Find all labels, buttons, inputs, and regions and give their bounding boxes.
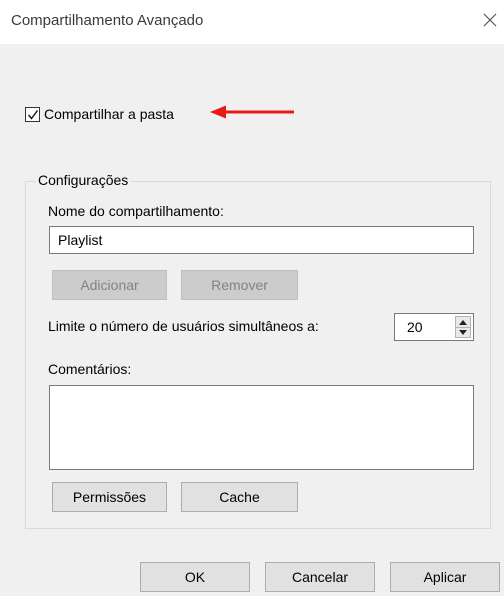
share-name-label: Nome do compartilhamento: <box>48 203 224 219</box>
share-folder-checkbox-row[interactable]: Compartilhar a pasta <box>25 104 174 124</box>
share-folder-checkbox[interactable] <box>25 106 40 122</box>
ok-button[interactable]: OK <box>140 562 250 592</box>
apply-button[interactable]: Aplicar <box>390 562 500 592</box>
cancel-button[interactable]: Cancelar <box>265 562 375 592</box>
user-limit-spinner[interactable]: 20 <box>394 313 474 341</box>
add-button[interactable]: Adicionar <box>52 270 167 300</box>
permissions-button[interactable]: Permissões <box>52 482 167 512</box>
spinner-buttons <box>455 316 471 338</box>
share-folder-label: Compartilhar a pasta <box>44 106 174 122</box>
close-icon[interactable] <box>482 12 498 28</box>
user-limit-value: 20 <box>407 319 423 335</box>
title-bar: Compartilhamento Avançado <box>0 0 504 44</box>
remove-button[interactable]: Remover <box>181 270 298 300</box>
share-name-value: Playlist <box>58 232 103 248</box>
comments-textarea[interactable] <box>49 385 474 470</box>
checkmark-icon <box>27 109 39 120</box>
spin-down-icon[interactable] <box>456 327 470 337</box>
share-name-input[interactable]: Playlist <box>49 226 474 254</box>
user-limit-label: Limite o número de usuários simultâneos … <box>48 318 319 334</box>
comments-label: Comentários: <box>48 361 132 377</box>
red-arrow-icon <box>210 105 294 119</box>
window-title: Compartilhamento Avançado <box>11 12 204 29</box>
cache-button[interactable]: Cache <box>181 482 298 512</box>
settings-group-title: Configurações <box>36 172 131 188</box>
